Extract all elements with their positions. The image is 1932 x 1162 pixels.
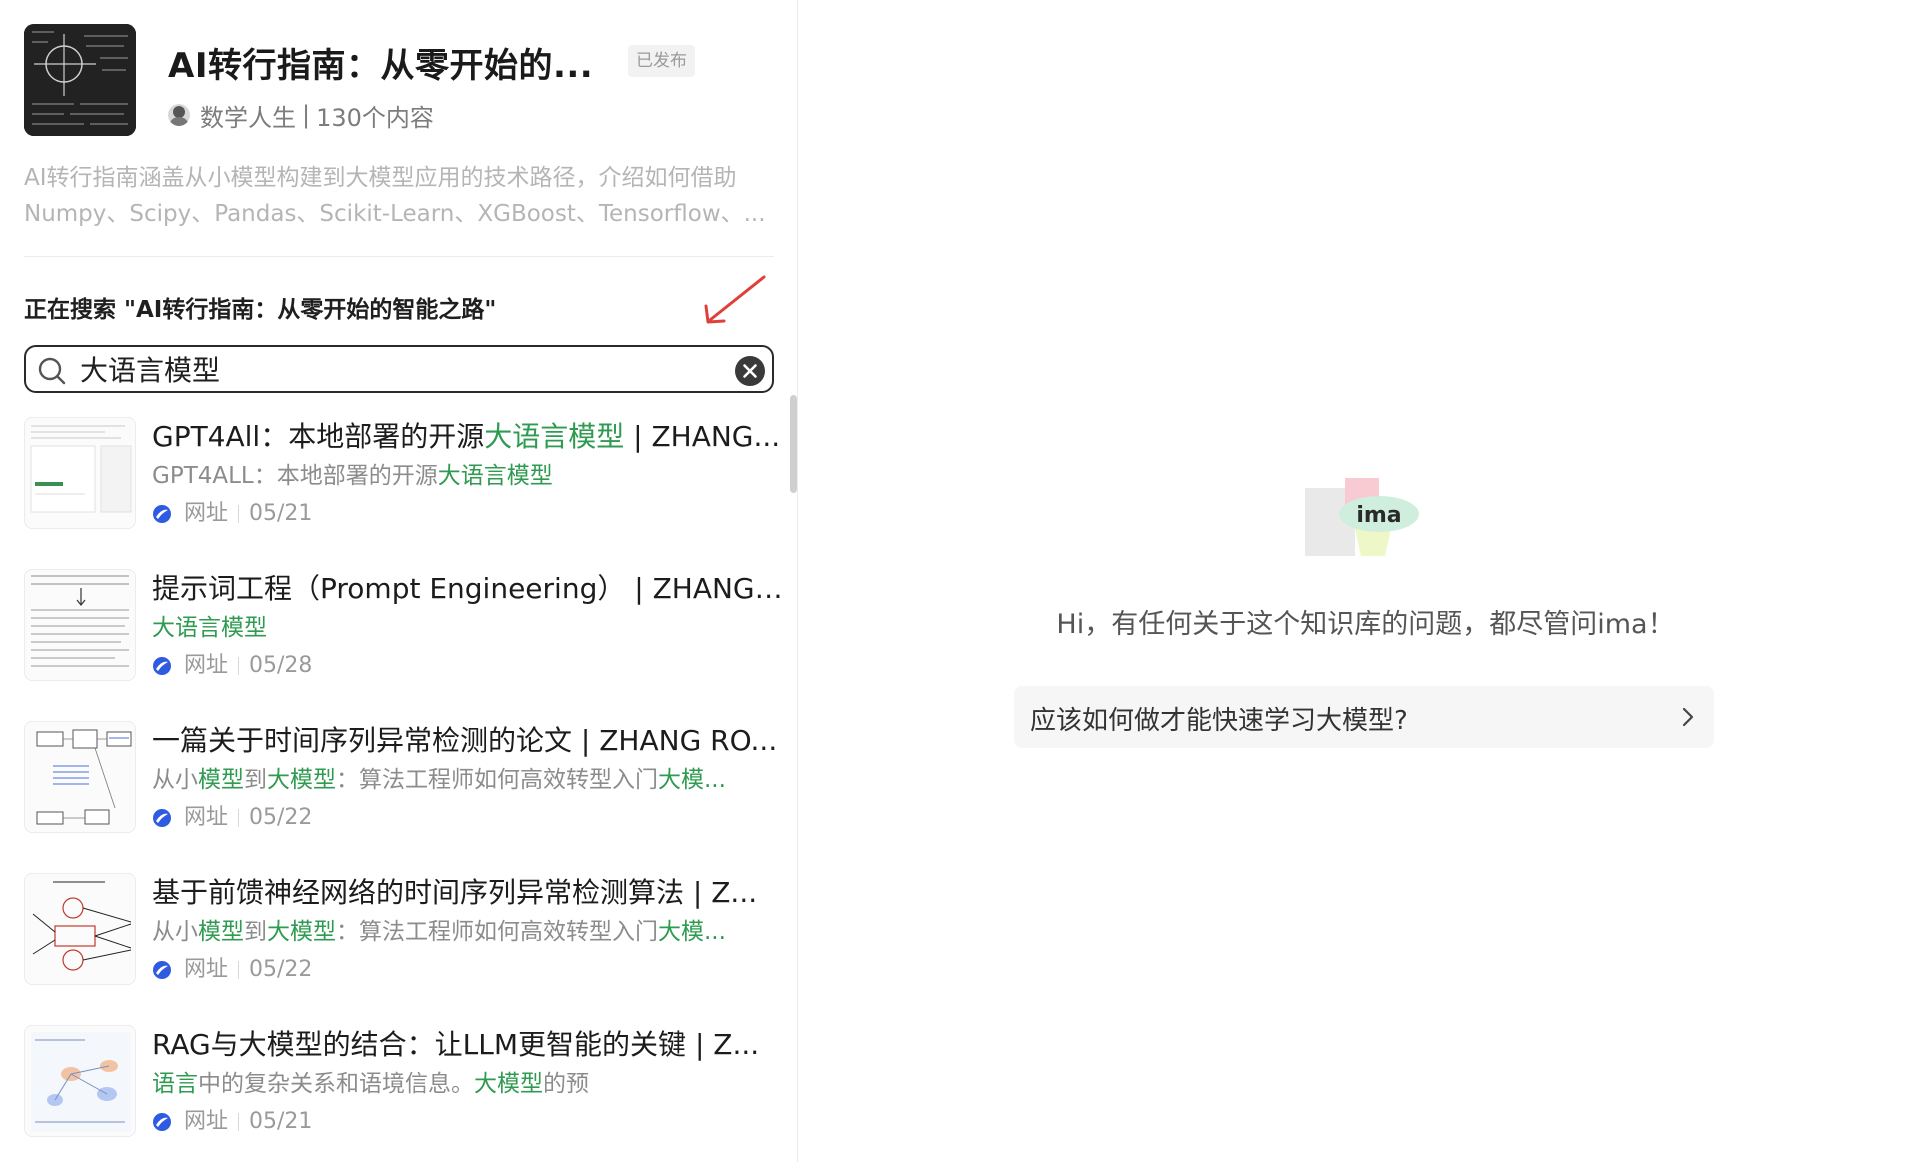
result-title-text: 一篇关于时间序列异常检测的论文 | ZHANG RO... [152,724,778,757]
result-title-text: | ZHANG... [624,420,781,453]
kb-description-line: Numpy、Scipy、Pandas、Scikit-Learn、XGBoost、… [24,201,766,227]
clear-search-icon[interactable] [734,355,766,387]
snippet-highlight: 大模型 [474,1071,543,1097]
assistant-panel: ima Hi，有任何关于这个知识库的问题，都尽管问ima！ 应该如何做才能快速学… [799,0,1932,1162]
ima-logo-text: ima [1356,503,1401,528]
content-count: 130个内容 [316,103,434,132]
search-scope-label: 正在搜索 "AI转行指南：从零开始的智能之路" [24,297,497,323]
result-title-text: RAG与大模型的结合：让LLM更智能的关键 | Z... [152,1028,760,1061]
snippet-highlight: 大模... [658,919,726,945]
snippet-highlight: 大语言模型 [437,463,553,489]
result-meta: 网址 05/28 [152,651,312,681]
result-date: 05/21 [249,501,313,526]
kb-description: AI转行指南涵盖从小模型构建到大模型应用的技术路径，介绍如何借助 Numpy、S… [24,160,774,232]
result-item[interactable]: 基于前馈神经网络的时间序列异常检测算法 | Z... 从小模型到大模型：算法工程… [24,873,784,993]
result-title-highlight: 大语言模型 [484,420,625,453]
result-item[interactable]: 一篇关于时间序列异常检测的论文 | ZHANG RO... 从小模型到大模型：算… [24,721,784,841]
result-title[interactable]: 基于前馈神经网络的时间序列异常检测算法 | Z... [152,873,784,913]
result-snippet: 语言中的复杂关系和语境信息。大模型的预 [152,1067,772,1101]
result-title-text: 基于前馈神经网络的时间序列异常检测算法 | Z... [152,876,758,909]
result-meta: 网址 05/21 [152,1107,312,1137]
snippet-highlight: 大语言模型 [152,615,267,641]
chevron-right-icon [1682,707,1694,727]
snippet-text: 中的复杂关系和语境信息。 [198,1071,474,1097]
author-row: 数学人生 | 130个内容 [168,98,434,133]
snippet-highlight: 语言 [152,1071,198,1097]
link-icon [153,961,171,979]
result-thumbnail[interactable] [24,569,136,681]
snippet-text: 从小 [152,919,198,945]
result-type: 网址 [184,653,229,678]
result-title-text: 提示词工程（Prompt Engineering） | ZHANG ... [152,572,784,605]
link-icon [153,505,171,523]
kb-description-line: AI转行指南涵盖从小模型构建到大模型应用的技术路径，介绍如何借助 [24,165,737,191]
link-icon [153,1113,171,1131]
result-thumbnail[interactable] [24,873,136,985]
snippet-highlight: 模型 [198,767,244,793]
meta-separator [238,505,240,523]
result-date: 05/22 [249,805,313,830]
snippet-text: ：算法工程师如何高效转型入门 [336,919,658,945]
ima-logo-icon: ima [1305,478,1419,556]
result-snippet: GPT4ALL：本地部署的开源大语言模型 [152,459,772,493]
search-input[interactable] [80,351,720,387]
suggested-question-label: 应该如何做才能快速学习大模型? [1030,706,1408,736]
assistant-greeting: Hi，有任何关于这个知识库的问题，都尽管问ima！ [1056,609,1675,640]
result-type: 网址 [184,501,229,526]
result-title[interactable]: 提示词工程（Prompt Engineering） | ZHANG ... [152,569,784,609]
result-title[interactable]: RAG与大模型的结合：让LLM更智能的关键 | Z... [152,1025,784,1065]
author-name[interactable]: 数学人生 [200,98,296,133]
meta-separator [238,961,240,979]
snippet-highlight: 大模型 [267,919,336,945]
snippet-text: 从小 [152,767,198,793]
result-thumbnail[interactable] [24,1025,136,1137]
meta-separator [238,1113,240,1131]
result-date: 05/22 [249,957,313,982]
suggested-question-button[interactable]: 应该如何做才能快速学习大模型? [1014,686,1714,748]
snippet-text: GPT4ALL：本地部署的开源 [152,463,438,489]
result-snippet: 大语言模型 [152,611,772,645]
kb-title: AI转行指南：从零开始的... [168,46,594,86]
result-thumbnail[interactable] [24,721,136,833]
link-icon [153,809,171,827]
result-title-text: GPT4All：本地部署的开源 [152,420,485,453]
link-icon [153,657,171,675]
snippet-highlight: 大模... [658,767,726,793]
snippet-text: 到 [244,919,267,945]
author-avatar[interactable] [168,104,190,126]
snippet-text: ：算法工程师如何高效转型入门 [336,767,658,793]
result-date: 05/28 [249,653,313,678]
meta-separator [238,657,240,675]
result-meta: 网址 05/22 [152,803,312,833]
header-divider [24,256,774,257]
result-snippet: 从小模型到大模型：算法工程师如何高效转型入门大模... [152,915,772,949]
result-type: 网址 [184,957,229,982]
search-box[interactable] [24,345,774,393]
annotation-arrow-icon [704,275,766,324]
result-item[interactable]: RAG与大模型的结合：让LLM更智能的关键 | Z... 语言中的复杂关系和语境… [24,1025,784,1145]
results-scrollbar[interactable] [790,395,797,493]
result-meta: 网址 05/22 [152,955,312,985]
result-date: 05/21 [249,1109,313,1134]
result-snippet: 从小模型到大模型：算法工程师如何高效转型入门大模... [152,763,772,797]
status-badge: 已发布 [628,45,695,77]
result-type: 网址 [184,805,229,830]
result-meta: 网址 05/21 [152,499,312,529]
search-icon [38,357,66,385]
result-type: 网址 [184,1109,229,1134]
snippet-text: 的预 [543,1071,589,1097]
result-title[interactable]: GPT4All：本地部署的开源大语言模型 | ZHANG... [152,417,784,457]
snippet-highlight: 模型 [198,919,244,945]
meta-separator [238,809,240,827]
kb-cover-image[interactable] [24,24,136,136]
snippet-text: 到 [244,767,267,793]
result-thumbnail[interactable] [24,417,136,529]
result-item[interactable]: 提示词工程（Prompt Engineering） | ZHANG ... 大语… [24,569,784,689]
author-separator: | [302,101,311,129]
result-item[interactable]: GPT4All：本地部署的开源大语言模型 | ZHANG... GPT4ALL：… [24,417,784,537]
result-title[interactable]: 一篇关于时间序列异常检测的论文 | ZHANG RO... [152,721,784,761]
knowledge-base-panel: AI转行指南：从零开始的... 已发布 数学人生 | 130个内容 AI转行指南… [0,0,798,1162]
snippet-highlight: 大模型 [267,767,336,793]
